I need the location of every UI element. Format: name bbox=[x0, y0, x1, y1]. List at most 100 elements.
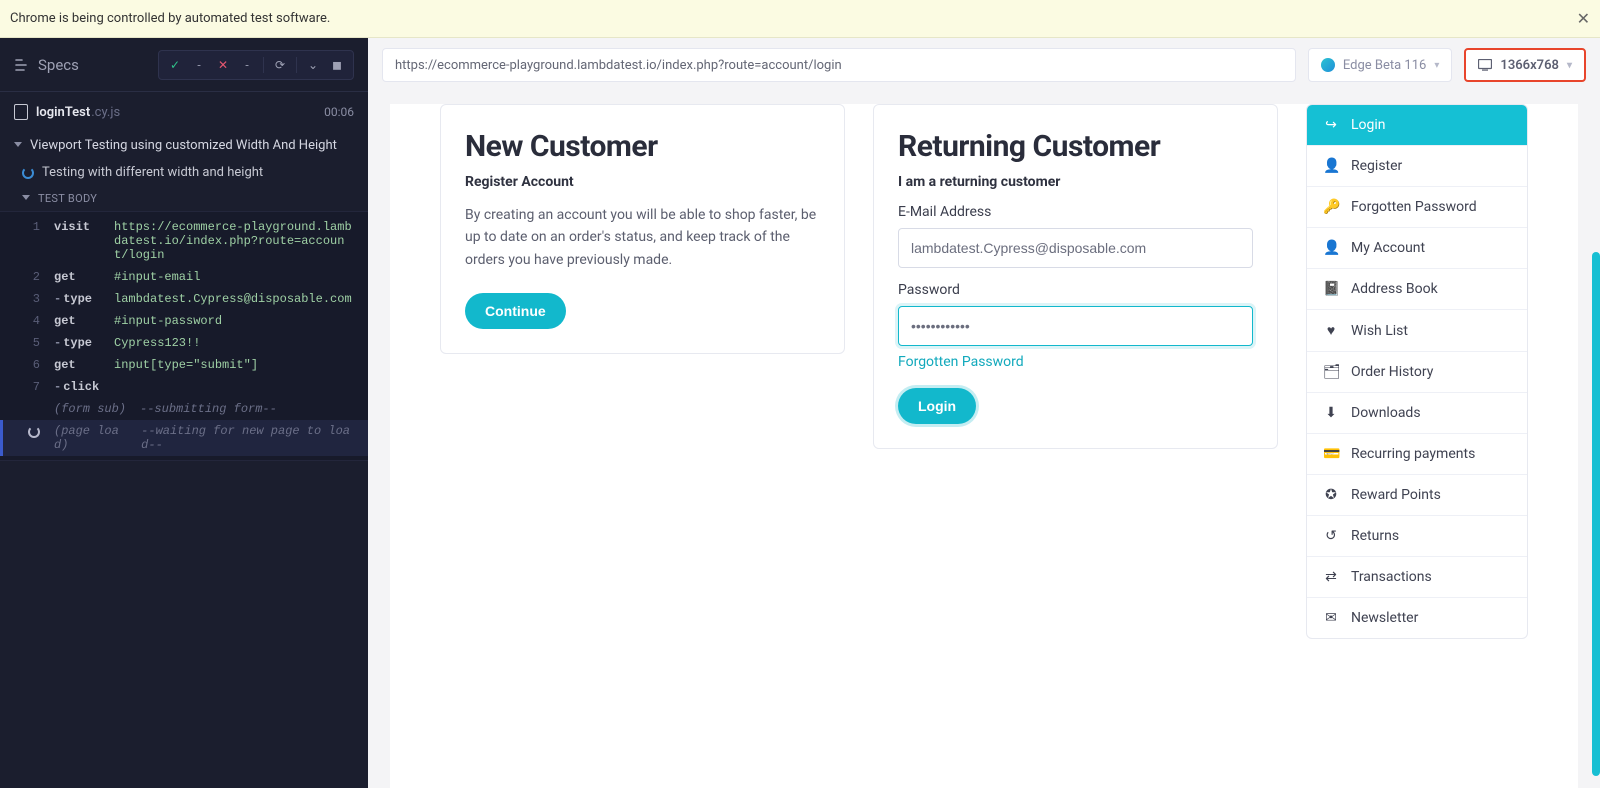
caret-icon bbox=[14, 142, 22, 150]
nav-item-icon: 🗂 bbox=[1323, 364, 1339, 380]
line-number: 5 bbox=[26, 336, 40, 350]
new-customer-card: New Customer Register Account By creatin… bbox=[440, 104, 845, 354]
event-name: (page load) bbox=[54, 424, 127, 452]
command-row[interactable]: 1visithttps://ecommerce-playground.lambd… bbox=[0, 216, 368, 266]
account-nav-item[interactable]: ✪Reward Points bbox=[1307, 475, 1527, 516]
page-content: New Customer Register Account By creatin… bbox=[390, 104, 1578, 788]
command-event-row[interactable]: (page load) --waiting for new page to loa… bbox=[0, 420, 368, 456]
restart-icon[interactable]: ⟳ bbox=[270, 55, 290, 75]
event-arg: --submitting form-- bbox=[140, 402, 277, 416]
test-row[interactable]: Testing with different width and height bbox=[0, 159, 368, 186]
event-arg: --waiting for new page to load-- bbox=[141, 424, 354, 452]
account-nav-item[interactable]: ⬇Downloads bbox=[1307, 393, 1527, 434]
suite-title: Viewport Testing using customized Width … bbox=[30, 138, 337, 153]
close-icon[interactable]: ✕ bbox=[1577, 9, 1590, 28]
nav-item-label: Reward Points bbox=[1351, 487, 1441, 503]
command-row[interactable]: 6getinput[type="submit"] bbox=[0, 354, 368, 376]
test-body-label: TEST BODY bbox=[38, 192, 97, 205]
command-arg: #input-email bbox=[114, 270, 200, 284]
workspace: Specs ✓ - ✕ - ⟳ ⌄ ◼ loginTest.cy.js 0 bbox=[0, 38, 1600, 788]
aut-url-bar[interactable]: https://ecommerce-playground.lambdatest.… bbox=[382, 48, 1296, 82]
browser-selector[interactable]: Edge Beta 116 ▾ bbox=[1308, 48, 1453, 82]
command-arg: https://ecommerce-playground.lambdatest.… bbox=[114, 220, 354, 262]
account-nav-item[interactable]: ♥Wish List bbox=[1307, 310, 1527, 352]
password-field[interactable] bbox=[898, 306, 1253, 346]
line-number: 7 bbox=[26, 380, 40, 394]
command-row[interactable]: 7 click bbox=[0, 376, 368, 398]
spec-file-ext: .cy.js bbox=[91, 105, 120, 120]
email-field[interactable] bbox=[898, 228, 1253, 268]
edge-icon bbox=[1321, 58, 1335, 72]
event-name: (form sub) bbox=[54, 402, 126, 416]
account-nav-item[interactable]: 👤My Account bbox=[1307, 228, 1527, 269]
nav-item-icon: ♥ bbox=[1323, 322, 1339, 339]
returning-title: Returning Customer bbox=[898, 129, 1253, 164]
command-name: visit bbox=[54, 220, 100, 234]
command-row[interactable]: 3typelambdatest.Cypress@disposable.com bbox=[0, 288, 368, 310]
continue-button[interactable]: Continue bbox=[465, 293, 566, 329]
viewport-selector[interactable]: 1366x768 ▾ bbox=[1464, 48, 1586, 82]
new-customer-text: By creating an account you will be able … bbox=[465, 204, 820, 271]
fail-count: - bbox=[237, 55, 257, 75]
nav-item-icon: ↪ bbox=[1323, 117, 1339, 133]
nav-item-icon: ↺ bbox=[1323, 528, 1339, 544]
caret-icon bbox=[22, 195, 30, 203]
chevron-down-icon[interactable]: ⌄ bbox=[303, 55, 323, 75]
test-body-row[interactable]: TEST BODY bbox=[0, 186, 368, 211]
account-nav-item[interactable]: 👤Register bbox=[1307, 146, 1527, 187]
specs-icon[interactable] bbox=[14, 58, 28, 72]
aut-body: New Customer Register Account By creatin… bbox=[368, 92, 1600, 788]
account-nav-item[interactable]: 🔑 Forgotten Password bbox=[1307, 187, 1527, 228]
nav-item-label: Downloads bbox=[1351, 405, 1421, 421]
spec-file-row[interactable]: loginTest.cy.js 00:06 bbox=[0, 92, 368, 132]
nav-item-label: Order History bbox=[1351, 364, 1433, 380]
email-label: E-Mail Address bbox=[898, 204, 1253, 220]
file-icon bbox=[14, 104, 28, 120]
command-row[interactable]: 2get#input-email bbox=[0, 266, 368, 288]
viewport-icon bbox=[1478, 59, 1492, 71]
login-button[interactable]: Login bbox=[898, 388, 976, 424]
command-row[interactable]: 4get#input-password bbox=[0, 310, 368, 332]
account-nav-item[interactable]: 🗂 Order History bbox=[1307, 352, 1527, 393]
new-customer-title: New Customer bbox=[465, 129, 820, 164]
nav-item-icon: 👤 bbox=[1323, 158, 1339, 174]
aut-panel: https://ecommerce-playground.lambdatest.… bbox=[368, 38, 1600, 788]
nav-item-icon: ✉ bbox=[1323, 610, 1339, 626]
command-name: get bbox=[54, 358, 100, 372]
command-name: type bbox=[54, 292, 100, 306]
line-number: 4 bbox=[26, 314, 40, 328]
returning-subtitle: I am a returning customer bbox=[898, 174, 1253, 190]
chevron-down-icon: ▾ bbox=[1567, 60, 1572, 71]
stop-icon[interactable]: ◼ bbox=[327, 55, 347, 75]
chevron-down-icon: ▾ bbox=[1434, 60, 1439, 71]
nav-item-label: Address Book bbox=[1351, 281, 1438, 297]
account-nav-item[interactable]: ↪Login bbox=[1307, 105, 1527, 146]
spinner-icon bbox=[22, 167, 34, 179]
nav-item-label: Forgotten Password bbox=[1351, 199, 1477, 215]
command-name: click bbox=[54, 380, 100, 394]
command-arg: input[type="submit"] bbox=[114, 358, 258, 372]
forgot-password-link[interactable]: Forgotten Password bbox=[898, 354, 1024, 370]
nav-item-label: Returns bbox=[1351, 528, 1399, 544]
account-nav-item[interactable]: 💳Recurring payments bbox=[1307, 434, 1527, 475]
aut-header: https://ecommerce-playground.lambdatest.… bbox=[368, 38, 1600, 92]
line-number: 2 bbox=[26, 270, 40, 284]
command-event-row[interactable]: (form sub) --submitting form-- bbox=[0, 398, 368, 420]
account-nav-item[interactable]: 📓Address Book bbox=[1307, 269, 1527, 310]
chrome-banner-text: Chrome is being controlled by automated … bbox=[10, 11, 330, 26]
spinner-icon bbox=[28, 426, 40, 438]
specs-header: Specs ✓ - ✕ - ⟳ ⌄ ◼ bbox=[0, 38, 368, 92]
account-nav-item[interactable]: ⇄Transactions bbox=[1307, 557, 1527, 598]
fail-icon: ✕ bbox=[213, 55, 233, 75]
new-customer-subtitle: Register Account bbox=[465, 174, 820, 190]
browser-label: Edge Beta 116 bbox=[1343, 58, 1426, 73]
command-name: get bbox=[54, 314, 100, 328]
account-nav-item[interactable]: ↺ Returns bbox=[1307, 516, 1527, 557]
spec-file-name: loginTest bbox=[36, 105, 90, 120]
nav-item-icon: 🔑 bbox=[1323, 199, 1339, 215]
scrollbar[interactable] bbox=[1592, 252, 1600, 776]
suite-row[interactable]: Viewport Testing using customized Width … bbox=[0, 132, 368, 159]
line-number: 3 bbox=[26, 292, 40, 306]
account-nav-item[interactable]: ✉Newsletter bbox=[1307, 598, 1527, 638]
command-row[interactable]: 5typeCypress123!! bbox=[0, 332, 368, 354]
